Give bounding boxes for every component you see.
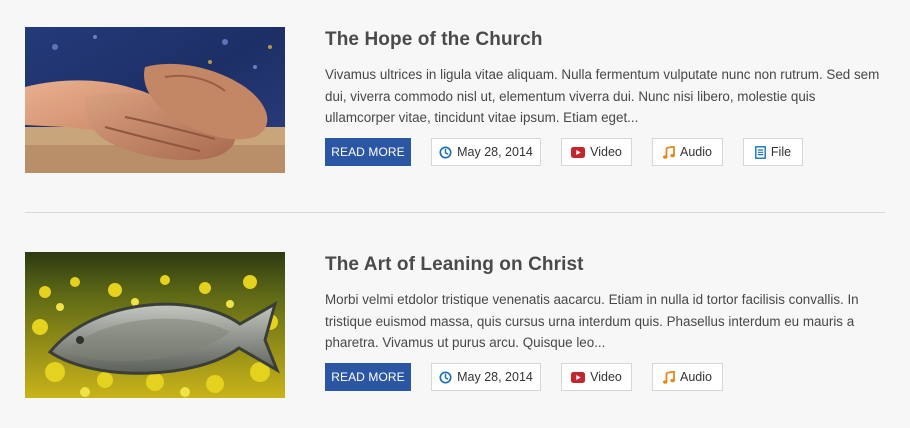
audio-button[interactable]: Audio bbox=[652, 138, 723, 166]
file-label: File bbox=[770, 145, 792, 159]
post-excerpt: Morbi velmi etdolor tristique venenatis … bbox=[325, 292, 859, 350]
audio-label: Audio bbox=[680, 370, 712, 384]
read-more-button[interactable]: READ MORE bbox=[325, 363, 411, 391]
date-label: May 28, 2014 bbox=[457, 145, 533, 159]
date-button[interactable]: May 28, 2014 bbox=[431, 138, 541, 166]
date-label: May 28, 2014 bbox=[457, 370, 533, 384]
clock-icon bbox=[439, 145, 452, 159]
date-button[interactable]: May 28, 2014 bbox=[431, 363, 541, 391]
audio-label: Audio bbox=[680, 145, 712, 159]
post-divider bbox=[25, 212, 885, 213]
sermon-post: The Hope of the Church Vivamus ultrices … bbox=[25, 27, 885, 173]
read-more-button[interactable]: READ MORE bbox=[325, 138, 411, 166]
video-icon bbox=[571, 146, 586, 158]
post-thumbnail-fish[interactable] bbox=[25, 252, 285, 398]
document-icon bbox=[755, 145, 766, 159]
post-excerpt: Vivamus ultrices in ligula vitae aliquam… bbox=[325, 67, 880, 125]
jesus-fish-emblem-image bbox=[25, 252, 285, 398]
audio-button[interactable]: Audio bbox=[652, 363, 723, 391]
music-note-icon bbox=[663, 145, 675, 159]
post-title[interactable]: The Hope of the Church bbox=[325, 29, 543, 51]
video-label: Video bbox=[590, 145, 622, 159]
clasped-hands-image bbox=[25, 27, 285, 173]
video-label: Video bbox=[590, 370, 622, 384]
video-button[interactable]: Video bbox=[561, 138, 632, 166]
video-icon bbox=[571, 371, 586, 383]
post-thumbnail-hands[interactable] bbox=[25, 27, 285, 173]
post-title[interactable]: The Art of Leaning on Christ bbox=[325, 254, 584, 276]
file-button[interactable]: File bbox=[743, 138, 803, 166]
music-note-icon bbox=[663, 370, 675, 384]
sermon-post: The Art of Leaning on Christ Morbi velmi… bbox=[25, 252, 885, 398]
clock-icon bbox=[439, 370, 452, 384]
video-button[interactable]: Video bbox=[561, 363, 632, 391]
